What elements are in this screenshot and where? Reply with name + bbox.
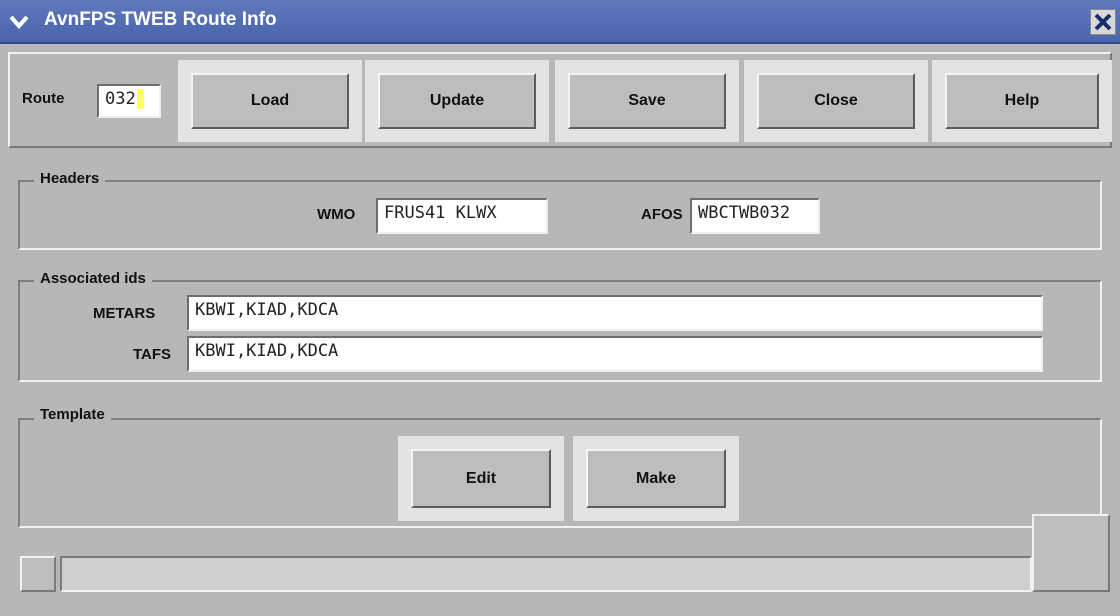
text-cursor [136,89,144,109]
metars-label: METARS [93,305,156,322]
edit-button-frame: Edit [398,436,564,521]
title-bar[interactable]: AvnFPS TWEB Route Info [0,0,1120,44]
update-button-frame: Update [365,60,549,142]
tafs-input[interactable]: KBWI,KIAD,KDCA [187,336,1043,372]
load-button-frame: Load [178,60,362,142]
make-button-frame: Make [573,436,739,521]
window-menu-icon[interactable] [8,11,30,33]
load-button[interactable]: Load [191,73,349,129]
tafs-label: TAFS [133,346,172,363]
toolbar-panel: Route 032 Load Update Save Close Help [8,52,1112,148]
headers-group [18,180,1102,250]
help-button-frame: Help [932,60,1112,142]
associated-ids-group-title: Associated ids [34,270,152,287]
status-left-box[interactable] [20,556,56,592]
route-value: 032 [105,89,136,109]
route-info-window: AvnFPS TWEB Route Info Route 032 Load Up… [0,0,1120,616]
update-button[interactable]: Update [378,73,536,129]
close-button[interactable]: Close [757,73,915,129]
save-button-frame: Save [555,60,739,142]
wmo-label: WMO [317,206,356,223]
save-button[interactable]: Save [568,73,726,129]
help-button[interactable]: Help [945,73,1099,129]
edit-button[interactable]: Edit [411,449,551,508]
close-button-frame: Close [744,60,928,142]
close-icon[interactable] [1090,9,1116,35]
metars-input[interactable]: KBWI,KIAD,KDCA [187,295,1043,331]
route-label: Route [22,90,65,107]
resize-grip-box[interactable] [1032,514,1110,592]
status-area [8,514,1112,604]
window-title: AvnFPS TWEB Route Info [44,9,277,30]
afos-input[interactable]: WBCTWB032 [690,198,820,234]
route-input[interactable]: 032 [97,84,161,118]
template-group-title: Template [34,406,111,423]
afos-label: AFOS [641,206,683,223]
wmo-input[interactable]: FRUS41 KLWX [376,198,548,234]
make-button[interactable]: Make [586,449,726,508]
headers-group-title: Headers [34,170,106,187]
status-message-bar [60,556,1032,592]
